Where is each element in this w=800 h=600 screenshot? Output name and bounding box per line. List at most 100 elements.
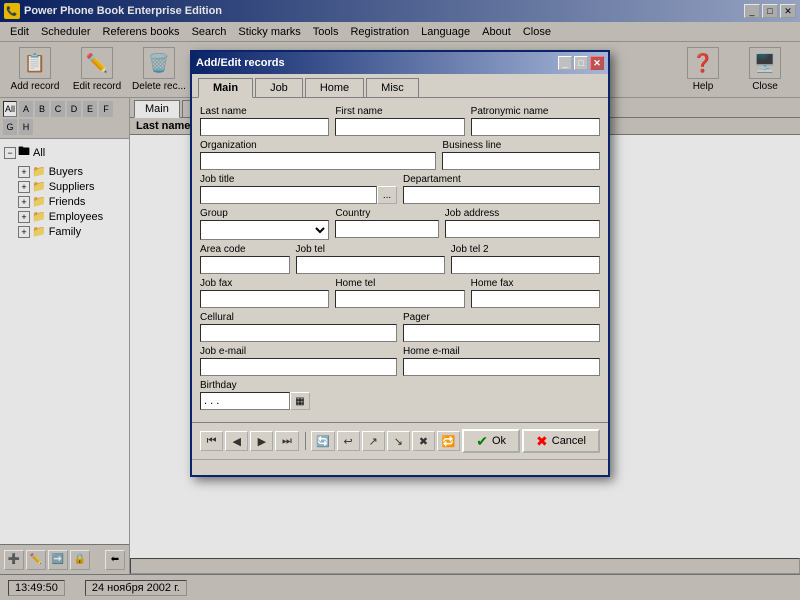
form-group-biz: Business line bbox=[442, 140, 600, 170]
form-row-group-country: Group Country Job address bbox=[200, 208, 600, 240]
nav-sep-1 bbox=[305, 432, 306, 450]
label-jobtel: Job tel bbox=[296, 244, 445, 255]
form-group-jobfax: Job fax bbox=[200, 278, 329, 308]
form-group-jobtel2: Job tel 2 bbox=[451, 244, 600, 274]
modal-tab-home[interactable]: Home bbox=[305, 78, 364, 97]
label-group: Group bbox=[200, 208, 329, 219]
nav-paste-button[interactable]: ↘ bbox=[387, 431, 410, 451]
input-jobtel[interactable] bbox=[296, 256, 445, 274]
label-pager: Pager bbox=[403, 312, 600, 323]
form-row-tels: Area code Job tel Job tel 2 bbox=[200, 244, 600, 274]
jobtitle-input-group: ... bbox=[200, 186, 397, 204]
form-row-names: Last name First name Patronymic name bbox=[200, 106, 600, 136]
label-birthday: Birthday bbox=[200, 380, 310, 391]
nav-last-button[interactable]: ⏭ bbox=[275, 431, 298, 451]
modal-nav-bar: ⏮ ◀ ▶ ⏭ 🔄 ↩ ↗ ↘ ✖ 🔁 ✔ Ok ✖ Cancel bbox=[192, 422, 608, 459]
label-jobfax: Job fax bbox=[200, 278, 329, 289]
nav-delete-button[interactable]: ✖ bbox=[412, 431, 435, 451]
input-patronymic[interactable] bbox=[471, 118, 600, 136]
nav-undo-button[interactable]: ↩ bbox=[337, 431, 360, 451]
form-group-org: Organization bbox=[200, 140, 436, 170]
cancel-icon: ✖ bbox=[536, 433, 548, 450]
form-group-jobtitle: Job title ... bbox=[200, 174, 397, 204]
modal-title-bar: Add/Edit records _ □ ✕ bbox=[192, 52, 608, 74]
form-group-jobtel: Job tel bbox=[296, 244, 445, 274]
nav-prev-button[interactable]: ◀ bbox=[225, 431, 248, 451]
input-dept[interactable] bbox=[403, 186, 600, 204]
form-group-lastname: Last name bbox=[200, 106, 329, 136]
input-country[interactable] bbox=[335, 220, 438, 238]
modal-tab-misc[interactable]: Misc bbox=[366, 78, 419, 97]
label-homefax: Home fax bbox=[471, 278, 600, 289]
input-hometel[interactable] bbox=[335, 290, 464, 308]
label-country: Country bbox=[335, 208, 438, 219]
label-hometel: Home tel bbox=[335, 278, 464, 289]
input-jobtel2[interactable] bbox=[451, 256, 600, 274]
form-row-cellular: Cellural Pager bbox=[200, 312, 600, 342]
input-org[interactable] bbox=[200, 152, 436, 170]
modal-bottom-area bbox=[192, 459, 608, 475]
label-jobemail: Job e-mail bbox=[200, 346, 397, 357]
form-group-patronymic: Patronymic name bbox=[471, 106, 600, 136]
label-firstname: First name bbox=[335, 106, 464, 117]
jobtitle-ellipsis-button[interactable]: ... bbox=[377, 186, 397, 204]
select-group[interactable] bbox=[200, 220, 329, 240]
nav-first-button[interactable]: ⏮ bbox=[200, 431, 223, 451]
label-cellular: Cellural bbox=[200, 312, 397, 323]
form-group-pager: Pager bbox=[403, 312, 600, 342]
input-jobfax[interactable] bbox=[200, 290, 329, 308]
form-group-homeemail: Home e-mail bbox=[403, 346, 600, 376]
label-jobaddr: Job address bbox=[445, 208, 600, 219]
label-dept: Departament bbox=[403, 174, 600, 185]
label-lastname: Last name bbox=[200, 106, 329, 117]
input-jobaddr[interactable] bbox=[445, 220, 600, 238]
input-biz[interactable] bbox=[442, 152, 600, 170]
input-firstname[interactable] bbox=[335, 118, 464, 136]
input-lastname[interactable] bbox=[200, 118, 329, 136]
modal-tab-main[interactable]: Main bbox=[198, 78, 253, 98]
modal-title: Add/Edit records bbox=[196, 57, 556, 69]
form-group-dept: Departament bbox=[403, 174, 600, 204]
nav-refresh-button[interactable]: 🔄 bbox=[311, 431, 334, 451]
input-jobtitle[interactable] bbox=[200, 186, 377, 204]
modal-tab-job[interactable]: Job bbox=[255, 78, 303, 97]
input-pager[interactable] bbox=[403, 324, 600, 342]
form-group-jobemail: Job e-mail bbox=[200, 346, 397, 376]
label-homeemail: Home e-mail bbox=[403, 346, 600, 357]
nav-copy-button[interactable]: ↗ bbox=[362, 431, 385, 451]
label-patronymic: Patronymic name bbox=[471, 106, 600, 117]
ok-button[interactable]: ✔ Ok bbox=[462, 429, 520, 453]
label-jobtitle: Job title bbox=[200, 174, 397, 185]
label-org: Organization bbox=[200, 140, 436, 151]
nav-repeat-button[interactable]: 🔁 bbox=[437, 431, 460, 451]
modal-add-edit: Add/Edit records _ □ ✕ Main Job Home Mis… bbox=[190, 50, 610, 477]
modal-tab-bar: Main Job Home Misc bbox=[192, 74, 608, 97]
form-group-birthday: Birthday ▦ bbox=[200, 380, 310, 410]
input-jobemail[interactable] bbox=[200, 358, 397, 376]
form-group-firstname: First name bbox=[335, 106, 464, 136]
input-areacode[interactable] bbox=[200, 256, 290, 274]
form-group-hometel: Home tel bbox=[335, 278, 464, 308]
form-row-birthday: Birthday ▦ bbox=[200, 380, 600, 410]
form-row-org: Organization Business line bbox=[200, 140, 600, 170]
input-cellular[interactable] bbox=[200, 324, 397, 342]
form-group-areacode: Area code bbox=[200, 244, 290, 274]
input-birthday[interactable] bbox=[200, 392, 290, 410]
cancel-button[interactable]: ✖ Cancel bbox=[522, 429, 600, 453]
form-group-homefax: Home fax bbox=[471, 278, 600, 308]
input-homeemail[interactable] bbox=[403, 358, 600, 376]
label-biz: Business line bbox=[442, 140, 600, 151]
label-jobtel2: Job tel 2 bbox=[451, 244, 600, 255]
nav-next-button[interactable]: ▶ bbox=[250, 431, 273, 451]
modal-minimize-button[interactable]: _ bbox=[558, 56, 572, 70]
ok-label: Ok bbox=[492, 435, 506, 447]
form-row-emails: Job e-mail Home e-mail bbox=[200, 346, 600, 376]
modal-overlay: Add/Edit records _ □ ✕ Main Job Home Mis… bbox=[0, 0, 800, 600]
form-group-country: Country bbox=[335, 208, 438, 238]
birthday-input-group: ▦ bbox=[200, 392, 310, 410]
input-homefax[interactable] bbox=[471, 290, 600, 308]
modal-maximize-button[interactable]: □ bbox=[574, 56, 588, 70]
modal-close-button[interactable]: ✕ bbox=[590, 56, 604, 70]
form-group-cellular: Cellural bbox=[200, 312, 397, 342]
calendar-button[interactable]: ▦ bbox=[290, 392, 310, 410]
